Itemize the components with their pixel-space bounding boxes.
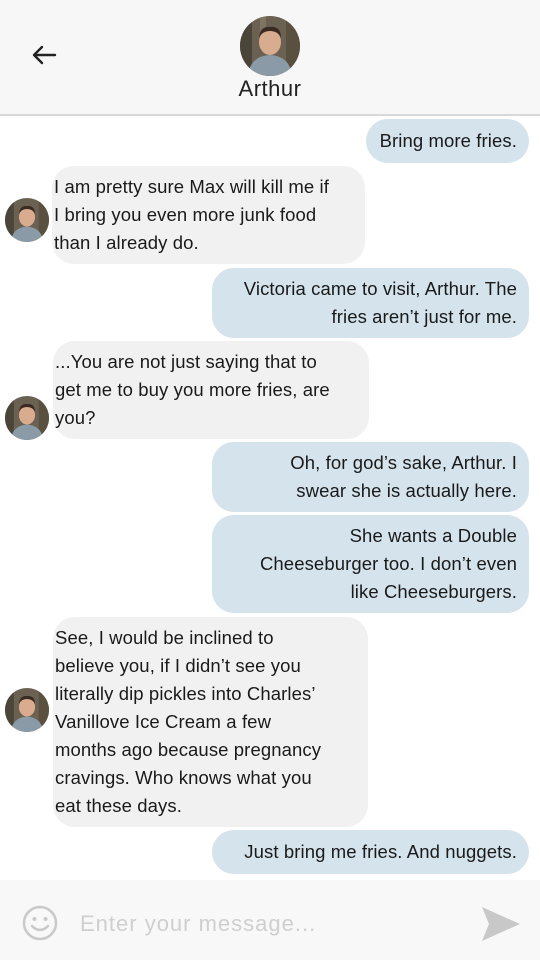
message-text-line: Bring more fries. <box>379 130 517 151</box>
message-text-line: eat these days. <box>55 795 182 816</box>
message-text-line: Just bring me fries. And nuggets. <box>244 841 517 862</box>
message-text-line: than I already do. <box>54 232 199 253</box>
outgoing-message-bubble[interactable]: Just bring me fries. And nuggets. <box>212 830 529 874</box>
outgoing-message-bubble[interactable]: Oh, for god’s sake, Arthur. I swear she i… <box>212 442 529 512</box>
message-text-line: Oh, for god’s sake, Arthur. I <box>290 452 517 473</box>
contact-message-avatar[interactable] <box>5 396 49 440</box>
outgoing-message-bubble[interactable]: Victoria came to visit, Arthur. The fries… <box>212 268 529 338</box>
incoming-message-bubble[interactable]: ...You are not just saying that to get me… <box>53 341 369 439</box>
message-text-line: months ago because pregnancy <box>55 739 322 760</box>
message-text-line: I bring you even more junk food <box>54 204 317 225</box>
message-text-line: get me to buy you more fries, are <box>55 379 330 400</box>
message-text-line: cravings. Who knows what you <box>55 767 312 788</box>
outgoing-message-bubble[interactable]: She wants a Double Cheeseburger too. I do… <box>212 515 529 613</box>
outgoing-message-bubble[interactable]: Bring more fries. <box>366 119 529 163</box>
chat-header: Arthur <box>0 0 540 116</box>
message-text-line: Vanillove Ice Cream a few <box>55 711 272 732</box>
contact-avatar[interactable] <box>240 16 300 76</box>
incoming-message-bubble[interactable]: See, I would be inclined to believe you, … <box>53 617 368 827</box>
back-button[interactable] <box>28 40 60 70</box>
message-input[interactable] <box>80 906 460 942</box>
message-text-line: Victoria came to visit, Arthur. The <box>243 278 517 299</box>
back-arrow-icon <box>32 45 57 65</box>
message-text-line: swear she is actually here. <box>296 480 517 501</box>
message-text-line: like Cheeseburgers. <box>350 581 517 602</box>
message-text-line: See, I would be inclined to <box>55 627 274 648</box>
smiley-icon[interactable] <box>22 905 58 941</box>
contact-message-avatar[interactable] <box>5 198 49 242</box>
contact-message-avatar[interactable] <box>5 688 49 732</box>
message-text-line: literally dip pickles into Charles’ <box>55 683 316 704</box>
message-text-line: fries aren’t just for me. <box>331 306 517 327</box>
contact-name: Arthur <box>238 76 302 101</box>
message-text-line: believe you, if I didn’t see you <box>55 655 301 676</box>
message-text-line: Cheeseburger too. I don’t even <box>259 553 517 574</box>
message-text-line: you? <box>55 407 96 428</box>
incoming-message-bubble[interactable]: I am pretty sure Max will kill me if I br… <box>52 166 365 264</box>
message-text-line: ...You are not just saying that to <box>55 351 317 372</box>
message-text-line: She wants a Double <box>349 525 517 546</box>
message-text-line: I am pretty sure Max will kill me if <box>54 176 329 197</box>
send-icon[interactable] <box>480 904 522 944</box>
